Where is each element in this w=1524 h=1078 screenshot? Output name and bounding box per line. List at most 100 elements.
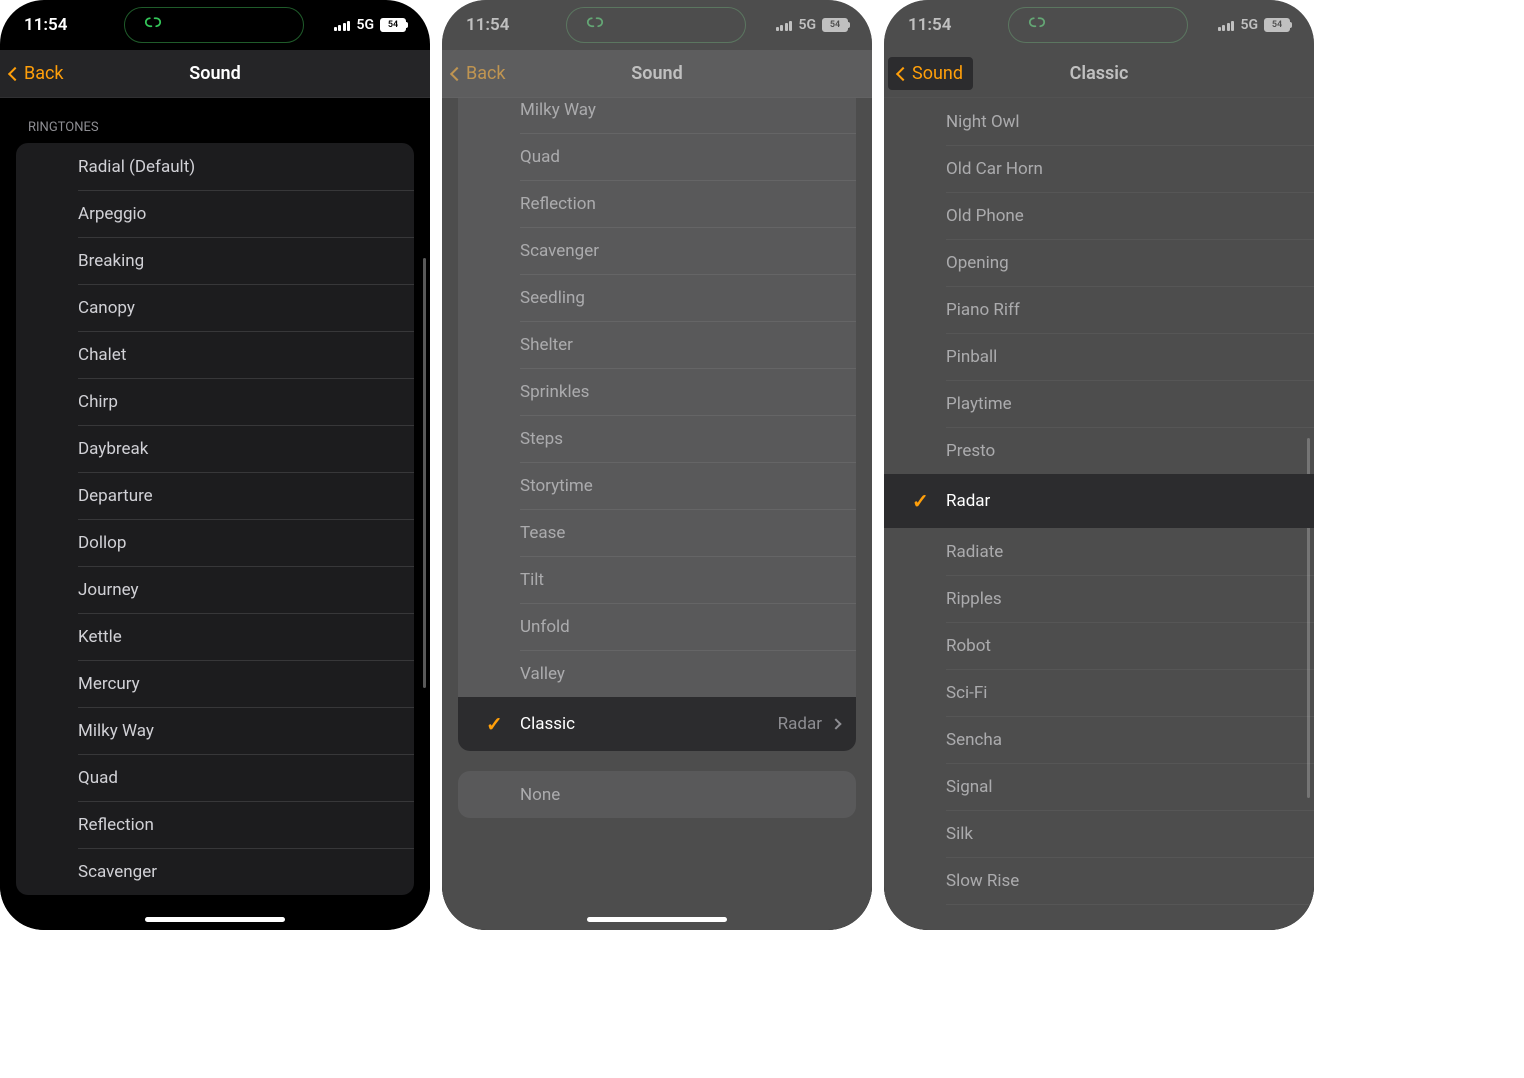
chevron-right-icon [830,718,841,729]
page-title: Sound [189,63,240,84]
status-bar: 11:54 5G 54 [884,0,1314,50]
phone-panel-3: 11:54 5G 54 Sound Classic Night Owl Old … [884,0,1314,930]
back-button[interactable]: Back [442,63,516,84]
list-item[interactable]: Signal [884,763,1314,810]
dynamic-island[interactable] [124,7,304,43]
list-item[interactable]: Storytime [458,462,856,509]
list-item[interactable]: Radial (Default) [16,143,414,190]
status-bar: 11:54 5G 54 [0,0,430,50]
list-item[interactable]: Departure [16,472,414,519]
page-title: Classic [1070,63,1129,84]
home-indicator[interactable] [587,917,727,922]
list-item[interactable]: Old Phone [884,192,1314,239]
list-item[interactable]: Sprinkles [458,368,856,415]
nav-bar: Back Sound [0,50,430,98]
list-item-none[interactable]: None [458,771,856,818]
list-item[interactable]: Chalet [16,331,414,378]
home-indicator[interactable] [145,917,285,922]
list-item[interactable]: Milky Way [16,707,414,754]
content-area: Night Owl Old Car Horn Old Phone Opening… [884,98,1314,930]
phone-panel-1: 11:54 5G 54 Back Sound RINGTONES Radial … [0,0,430,930]
list-item[interactable]: Breaking [16,237,414,284]
dynamic-island[interactable] [1008,7,1188,43]
network-label: 5G [356,17,374,33]
link-icon [1027,15,1047,36]
scroll-indicator[interactable] [423,258,426,688]
section-header: RINGTONES [0,98,430,143]
back-label: Back [24,63,64,84]
list-item[interactable]: Old Car Horn [884,145,1314,192]
signal-icon [776,19,793,31]
status-time: 11:54 [466,15,536,35]
list-item-selected[interactable]: ✓ Radar [884,474,1314,528]
ringtone-list: Radial (Default) Arpeggio Breaking Canop… [16,143,414,895]
list-item[interactable]: Playtime [884,380,1314,427]
list-item[interactable]: Robot [884,622,1314,669]
list-item[interactable]: Silk [884,810,1314,857]
list-item[interactable]: Daybreak [16,425,414,472]
back-button[interactable]: Back [0,63,74,84]
list-item[interactable]: Night Owl [884,98,1314,145]
link-icon [143,15,163,36]
list-item[interactable]: Pinball [884,333,1314,380]
list-item[interactable]: Arpeggio [16,190,414,237]
list-item[interactable]: Sencha [884,716,1314,763]
status-time: 11:54 [24,15,94,35]
list-item[interactable]: Tilt [458,556,856,603]
ringtone-list: Milky Way Quad Reflection Scavenger Seed… [458,98,856,751]
list-item[interactable]: Milky Way [458,98,856,133]
chevron-left-icon [896,66,910,80]
list-item[interactable]: Steps [458,415,856,462]
checkmark-icon: ✓ [486,712,503,736]
link-icon [585,15,605,36]
checkmark-icon: ✓ [912,489,929,513]
list-item[interactable]: Piano Riff [884,286,1314,333]
chevron-left-icon [8,66,22,80]
list-item[interactable]: Quad [458,133,856,180]
nav-bar: Back Sound [442,50,872,98]
status-bar: 11:54 5G 54 [442,0,872,50]
list-item[interactable]: Chirp [16,378,414,425]
list-item[interactable]: Ripples [884,575,1314,622]
list-item[interactable]: Opening [884,239,1314,286]
list-item[interactable]: Radiate [884,528,1314,575]
list-item[interactable]: Shelter [458,321,856,368]
list-item[interactable]: Valley [458,650,856,697]
list-item[interactable]: Reflection [16,801,414,848]
list-item[interactable]: Seedling [458,274,856,321]
list-item[interactable]: Unfold [458,603,856,650]
page-title: Sound [631,63,682,84]
battery-icon: 54 [1264,18,1290,32]
list-item[interactable]: Dollop [16,519,414,566]
list-item[interactable]: Tease [458,509,856,556]
status-time: 11:54 [908,15,978,35]
battery-icon: 54 [380,18,406,32]
list-item[interactable]: Kettle [16,613,414,660]
list-item[interactable]: Scavenger [458,227,856,274]
back-label: Back [466,63,506,84]
list-item-classic[interactable]: ✓ Classic Radar [458,697,856,751]
signal-icon [1218,19,1235,31]
list-item[interactable]: Scavenger [16,848,414,895]
row-detail: Radar [778,714,822,734]
list-item[interactable]: Mercury [16,660,414,707]
list-item[interactable]: Quad [16,754,414,801]
content-area: Milky Way Quad Reflection Scavenger Seed… [442,98,872,930]
network-label: 5G [1240,17,1258,33]
nav-bar: Sound Classic [884,50,1314,98]
battery-icon: 54 [822,18,848,32]
list-item[interactable]: Sci-Fi [884,669,1314,716]
list-item[interactable]: Reflection [458,180,856,227]
list-item[interactable]: Canopy [16,284,414,331]
network-label: 5G [798,17,816,33]
signal-icon [334,19,351,31]
chevron-left-icon [450,66,464,80]
content-area: RINGTONES Radial (Default) Arpeggio Brea… [0,98,430,930]
back-button[interactable]: Sound [888,57,973,90]
list-item[interactable]: Slow Rise [884,857,1314,904]
list-item[interactable]: Presto [884,427,1314,474]
dynamic-island[interactable] [566,7,746,43]
back-label: Sound [912,63,963,84]
list-item[interactable]: Journey [16,566,414,613]
phone-panel-2: 11:54 5G 54 Back Sound Milky Way Quad Re… [442,0,872,930]
